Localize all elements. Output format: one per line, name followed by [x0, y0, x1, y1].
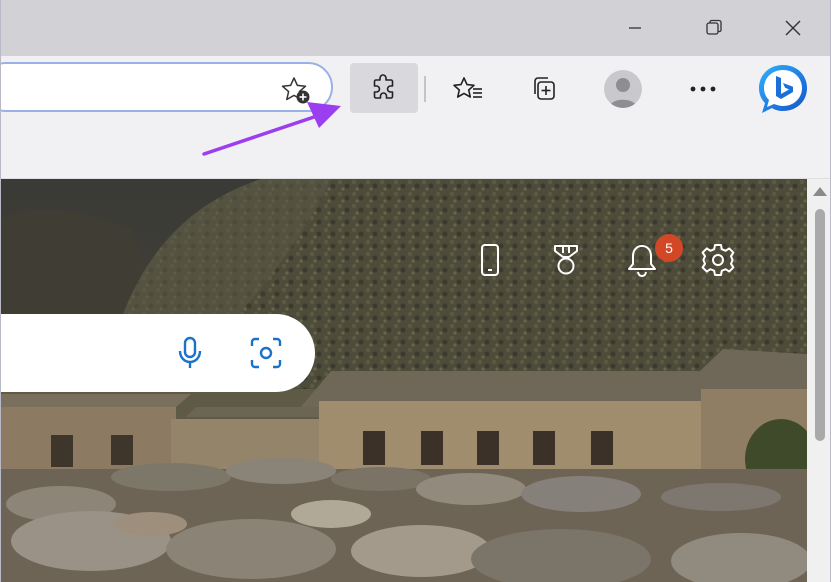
settings-button[interactable] — [698, 240, 738, 280]
star-list-icon — [453, 77, 482, 98]
visual-search-button[interactable] — [246, 333, 286, 373]
add-favorite-button[interactable] — [278, 73, 314, 107]
collections-icon — [534, 77, 555, 100]
page-scrollbar[interactable] — [807, 179, 830, 582]
phone-button[interactable] — [470, 240, 510, 280]
star-plus-icon — [281, 77, 310, 104]
voice-search-button[interactable] — [170, 333, 210, 373]
restore-button[interactable] — [694, 8, 734, 48]
title-bar — [1, 0, 830, 56]
avatar-icon — [609, 78, 637, 108]
close-icon — [785, 20, 801, 36]
browser-window: 5 — [0, 0, 831, 582]
scroll-up-arrow-icon[interactable] — [813, 187, 827, 196]
favorites-button[interactable] — [443, 64, 493, 114]
restore-icon — [706, 19, 722, 35]
camera-search-icon — [250, 337, 282, 369]
gear-icon — [701, 244, 735, 276]
collections-button[interactable] — [519, 64, 569, 114]
profile-button[interactable] — [604, 70, 642, 108]
minimize-button[interactable] — [615, 8, 655, 48]
scroll-thumb[interactable] — [815, 209, 825, 441]
phone-icon — [481, 244, 499, 276]
medal-icon — [554, 245, 578, 275]
toolbar-separator — [424, 76, 426, 102]
notification-count-badge: 5 — [655, 234, 683, 262]
ellipsis-icon — [690, 86, 716, 92]
bing-chat-icon — [759, 65, 807, 113]
copilot-button[interactable] — [756, 62, 810, 116]
microphone-icon — [178, 336, 202, 368]
close-button[interactable] — [773, 8, 813, 48]
puzzle-icon — [373, 74, 394, 99]
more-button[interactable] — [678, 64, 728, 114]
extensions-button[interactable] — [350, 63, 418, 113]
minimize-icon — [629, 27, 641, 29]
rewards-button[interactable] — [546, 240, 586, 280]
bell-icon — [628, 245, 656, 278]
favorites-bar — [1, 124, 830, 179]
